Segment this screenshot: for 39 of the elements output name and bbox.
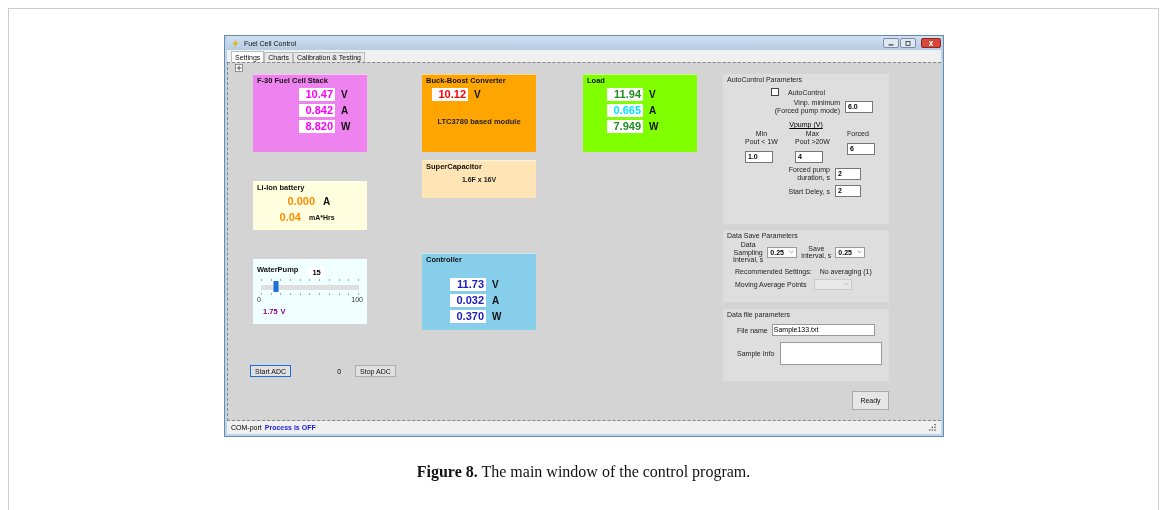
unit-label: A [341,105,349,116]
value-field: 11.94 [607,88,643,101]
value-field: 0.842 [299,104,335,117]
chevron-icon [789,250,795,255]
unit-label: W [341,121,351,132]
value-field: 0.000 [281,195,317,208]
value-field: 10.12 [432,88,468,101]
value-field: 0.04 [267,211,303,224]
value-field: 0.032 [450,294,486,307]
lightning-icon [231,38,240,48]
unit-label: W [492,311,502,322]
unit-label: V [492,279,499,290]
value-field: 11.73 [450,278,486,291]
minimize-button[interactable] [883,38,899,48]
unit-label: V [341,89,348,100]
unit-label: A [492,295,500,306]
close-icon [927,40,935,46]
unit-label: V [649,89,656,100]
value-field: 8.820 [299,120,335,133]
checkbox[interactable] [771,88,779,96]
unit-label: W [649,121,659,132]
chevron-icon [844,282,850,286]
move-handle-icon[interactable] [235,64,243,72]
chevron-icon [857,250,863,255]
unit-label: A [649,105,657,116]
pump-slider[interactable] [261,279,359,296]
close-button[interactable] [921,38,941,48]
value-field: 0.370 [450,310,486,323]
maximize-button[interactable] [900,38,916,48]
maximize-icon [904,40,912,46]
slider-thumb[interactable] [273,281,279,292]
text-area[interactable] [780,342,883,365]
value-field: 7.949 [607,120,643,133]
unit-label: V [474,89,481,100]
figure-caption: Figure 8. The main window of the control program. [416,463,751,481]
value-field: 0.665 [607,104,643,117]
resize-grip-icon [929,423,937,432]
value-field: 10.47 [299,88,335,101]
unit-label: A [323,196,331,207]
